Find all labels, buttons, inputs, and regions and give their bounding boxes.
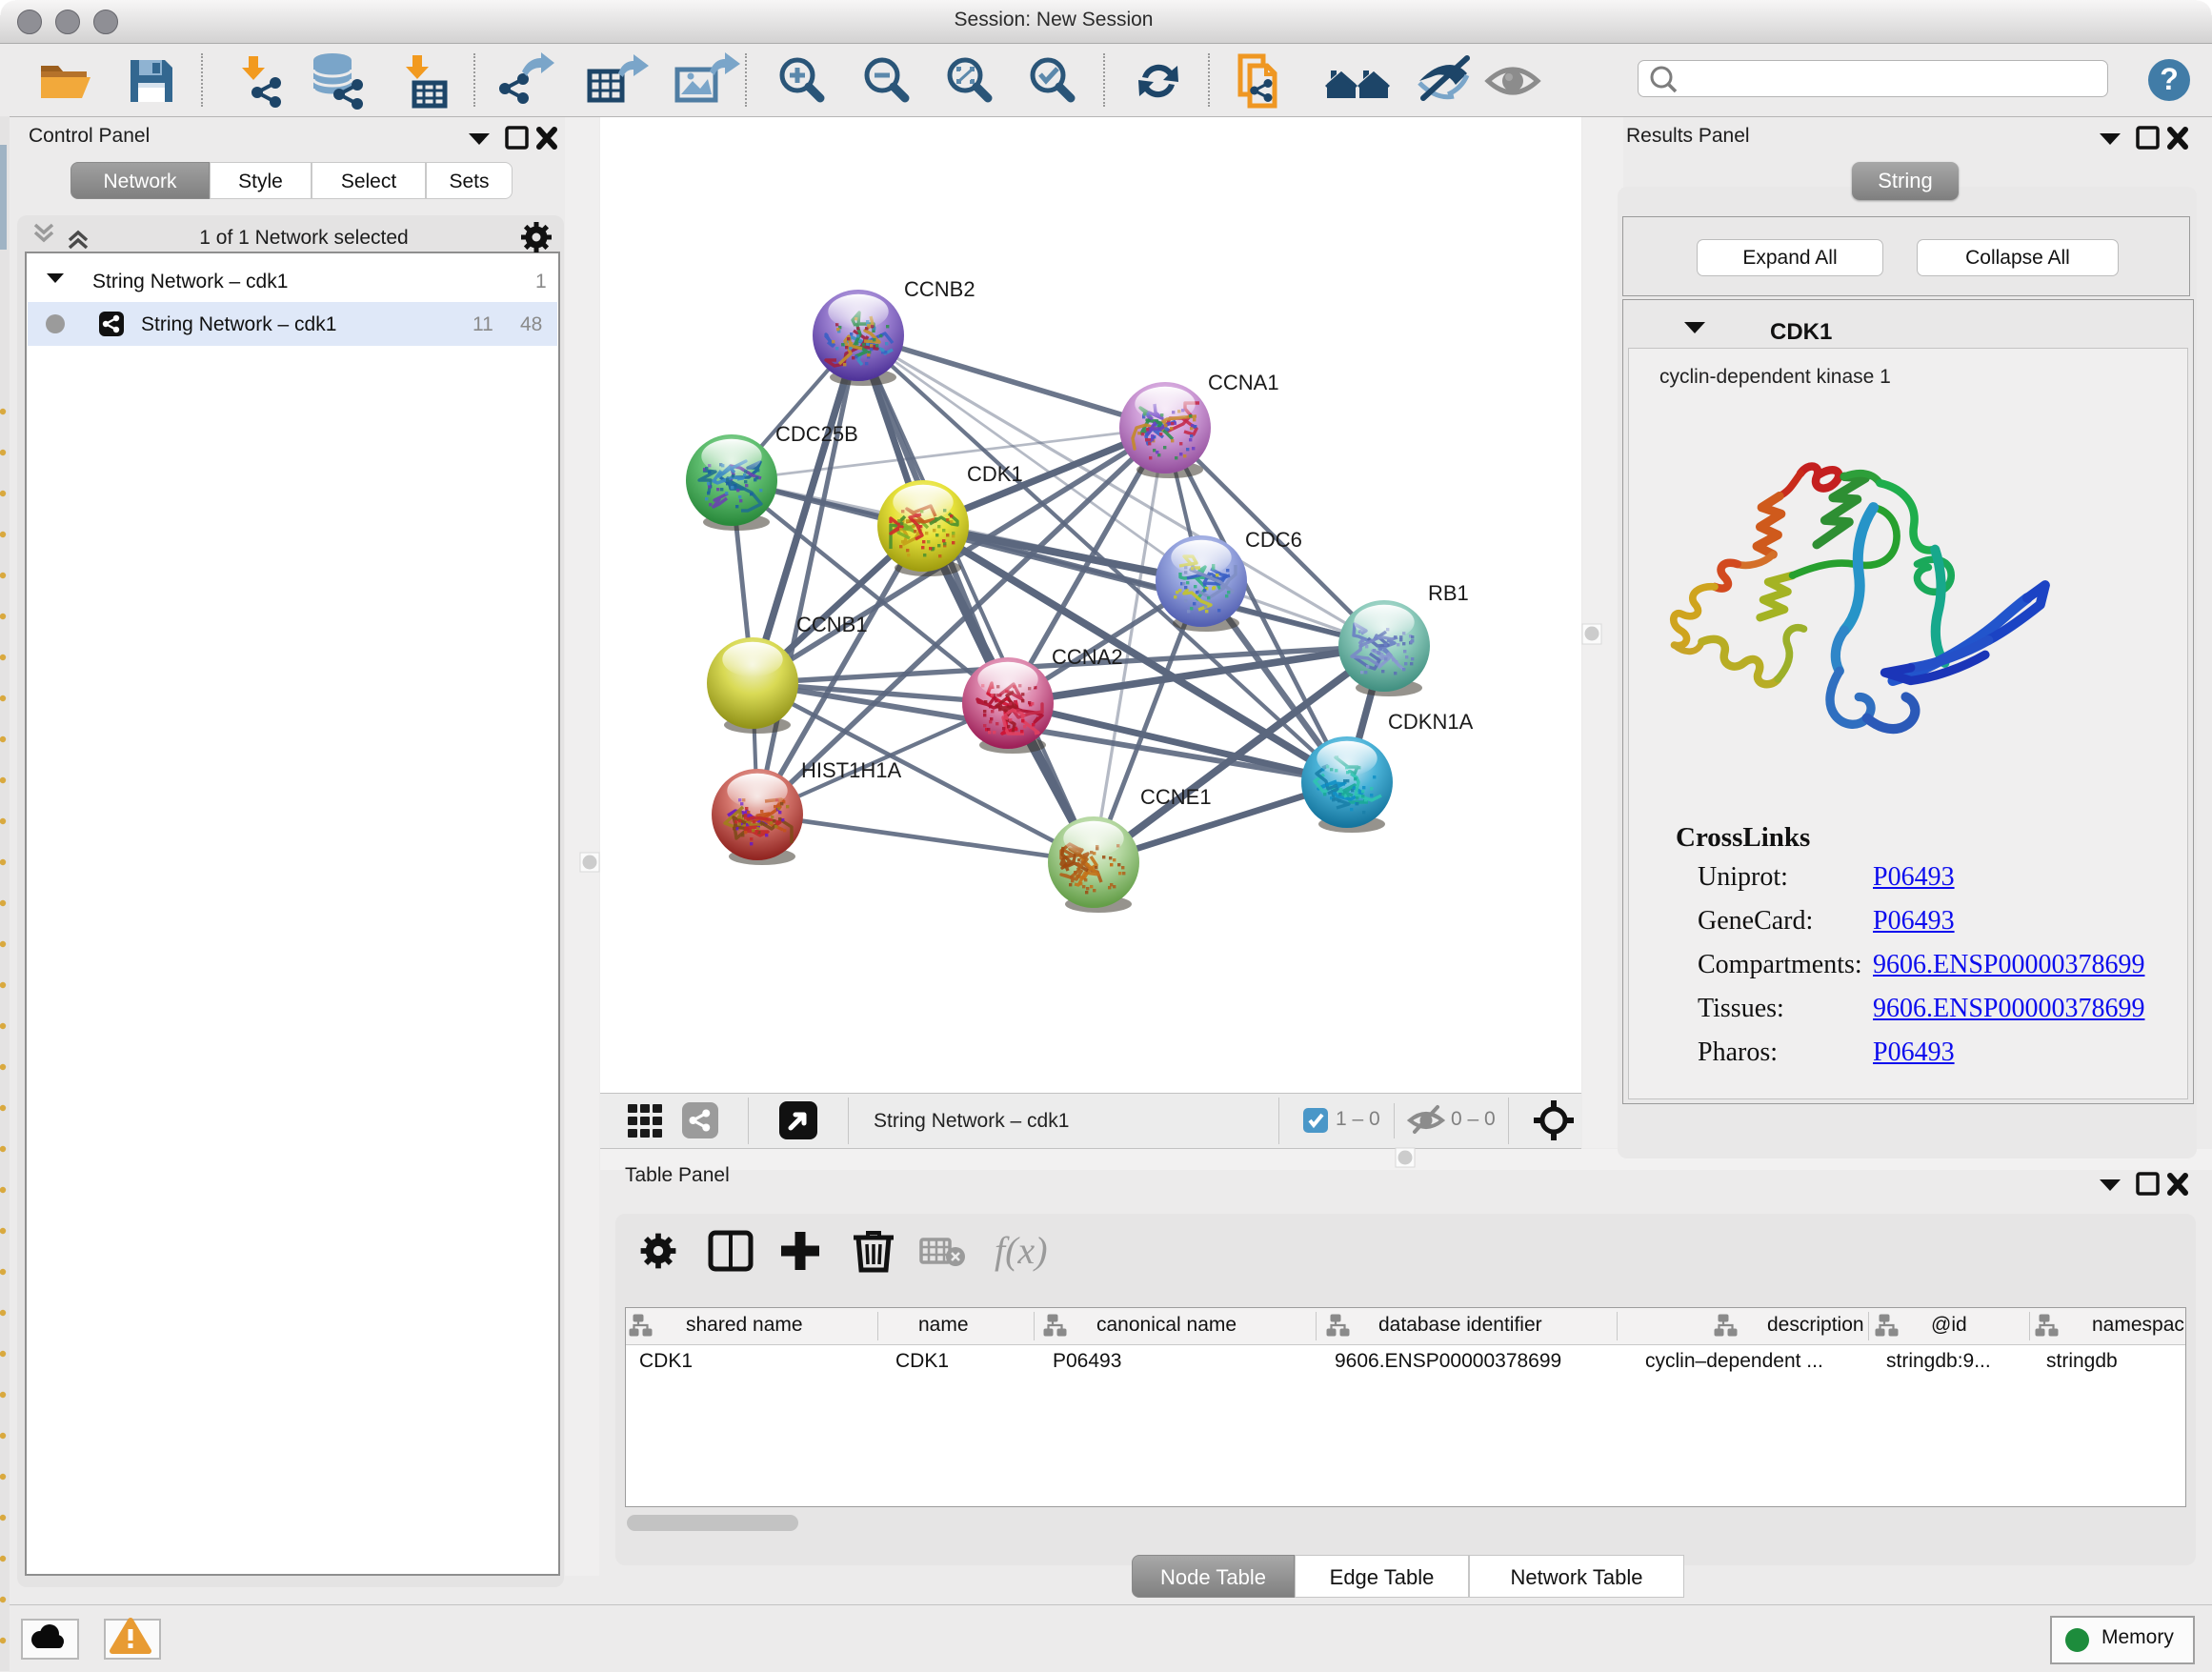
svg-text:CDKN1A: CDKN1A xyxy=(1388,710,1474,734)
svg-text:CCNE1: CCNE1 xyxy=(1140,785,1212,809)
svg-text:?: ? xyxy=(2160,62,2179,96)
svg-text:RB1: RB1 xyxy=(1428,581,1469,605)
svg-text:CCNB1: CCNB1 xyxy=(796,613,868,636)
svg-text:CDK1: CDK1 xyxy=(967,462,1023,486)
svg-text:CDC25B: CDC25B xyxy=(775,422,858,446)
svg-text:CDC6: CDC6 xyxy=(1245,528,1302,552)
svg-text:CCNA1: CCNA1 xyxy=(1208,371,1279,394)
svg-text:HIST1H1A: HIST1H1A xyxy=(801,758,901,782)
svg-text:CCNB2: CCNB2 xyxy=(904,277,975,301)
svg-text:CCNA2: CCNA2 xyxy=(1052,645,1123,669)
